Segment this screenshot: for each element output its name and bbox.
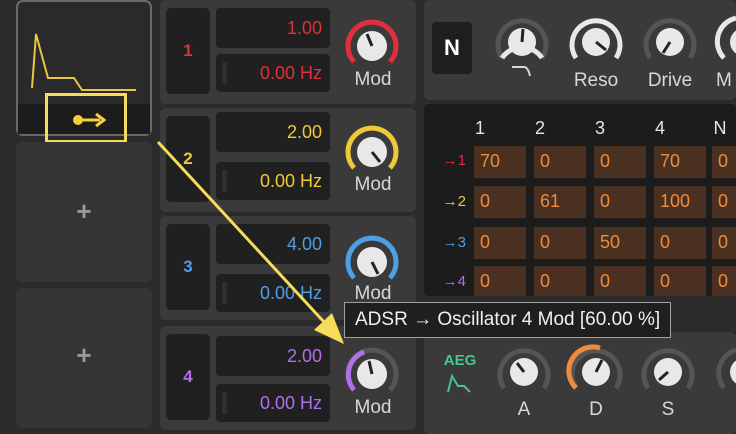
routing-tooltip: ADSR → Oscillator 4 Mod [60.00 %] (344, 302, 672, 338)
annotation-arrow (156, 140, 344, 344)
